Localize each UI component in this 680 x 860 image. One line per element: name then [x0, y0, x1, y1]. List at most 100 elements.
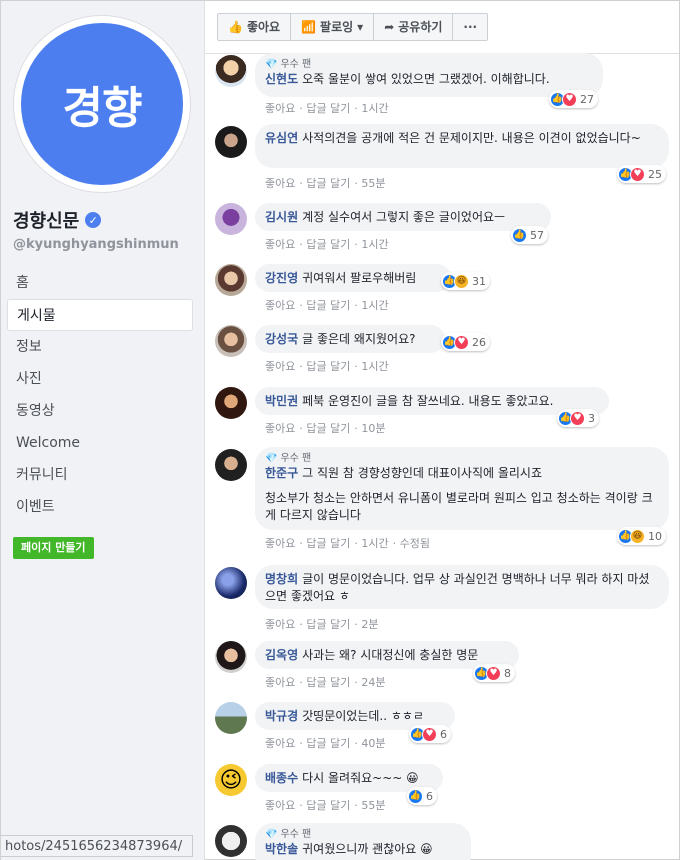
reaction-count: 57	[530, 228, 544, 242]
reply-link[interactable]: 답글 달기	[306, 618, 350, 631]
comment-author[interactable]: 한준구	[265, 466, 298, 480]
page-nav: 홈 게시물 정보 사진 동영상 Welcome 커뮤니티 이벤트	[7, 267, 193, 523]
reply-link[interactable]: 답글 달기	[306, 102, 350, 115]
comment-meta: 좋아요 · 답글 달기 · 55분	[265, 799, 386, 812]
nav-item-posts[interactable]: 게시물	[7, 299, 193, 331]
comment-time[interactable]: 2분	[361, 618, 378, 631]
diamond-icon: 💎	[265, 59, 278, 70]
reaction-summary[interactable]: 👍 ♥ 25	[617, 165, 666, 183]
avatar[interactable]	[215, 55, 247, 87]
nav-item-community[interactable]: 커뮤니티	[7, 459, 193, 491]
reply-link[interactable]: 답글 달기	[306, 737, 350, 750]
comment-author[interactable]: 김옥영	[265, 648, 298, 662]
like-link[interactable]: 좋아요	[265, 737, 295, 750]
comment-author[interactable]: 배종수	[265, 771, 298, 785]
page-title[interactable]: 경향신문 ✓	[13, 207, 102, 233]
reaction-summary[interactable]: 👍 ♥ 6	[409, 725, 451, 743]
avatar[interactable]	[215, 325, 247, 357]
nav-item-home[interactable]: 홈	[7, 267, 193, 299]
comment-bubble: 강진영 귀여워서 팔로우해버림	[255, 264, 451, 292]
like-link[interactable]: 좋아요	[265, 102, 295, 115]
edited-label[interactable]: 수정됨	[400, 537, 430, 550]
reaction-summary[interactable]: 👍 ♥ 8	[473, 664, 515, 682]
like-link[interactable]: 좋아요	[265, 360, 295, 373]
like-link[interactable]: 좋아요	[265, 177, 295, 190]
comment-text: 글 좋은데 왜지웠어요?	[302, 332, 416, 346]
avatar[interactable]	[215, 126, 247, 158]
reaction-summary[interactable]: 👍 57	[511, 226, 548, 244]
comment-time[interactable]: 55분	[361, 177, 385, 190]
like-link[interactable]: 좋아요	[265, 799, 295, 812]
reaction-summary[interactable]: 👍 ♥ 3	[557, 409, 599, 427]
comment-author[interactable]: 명창희	[265, 572, 298, 586]
comment-author[interactable]: 박한솔	[265, 842, 298, 856]
comment-meta: 좋아요 · 답글 달기 · 40분	[265, 737, 386, 750]
comment-time[interactable]: 55분	[361, 799, 385, 812]
reaction-summary[interactable]: 👍 ♥ 27	[549, 90, 598, 108]
comment-author[interactable]: 김시원	[265, 210, 298, 224]
share-button[interactable]: ➦ 공유하기	[374, 14, 454, 40]
avatar[interactable]	[215, 825, 247, 857]
comment-author[interactable]: 유심연	[265, 131, 298, 145]
comment-bubble: 유심연 사적의견을 공개에 적은 건 문제이지만. 내용은 이견이 없었습니다~	[255, 124, 669, 168]
reaction-count: 27	[580, 92, 594, 106]
avatar[interactable]	[215, 264, 247, 296]
comment-time[interactable]: 1시간	[361, 238, 388, 251]
like-link[interactable]: 좋아요	[265, 299, 295, 312]
avatar[interactable]	[215, 567, 247, 599]
page-handle[interactable]: @kyunghyangshinmun	[13, 237, 179, 252]
comment-text: 그 직원 참 경향성향인데 대표이사직에 올리시죠	[302, 466, 542, 480]
comment-author[interactable]: 박규경	[265, 709, 298, 723]
nav-item-about[interactable]: 정보	[7, 331, 193, 363]
reply-link[interactable]: 답글 달기	[306, 238, 350, 251]
nav-item-videos[interactable]: 동영상	[7, 395, 193, 427]
reply-link[interactable]: 답글 달기	[306, 799, 350, 812]
page-name-text: 경향신문	[13, 211, 80, 232]
like-link[interactable]: 좋아요	[265, 422, 295, 435]
reaction-summary[interactable]: 👍 6	[407, 787, 437, 805]
like-page-button[interactable]: 👍 좋아요	[218, 14, 292, 40]
reply-link[interactable]: 답글 달기	[306, 299, 350, 312]
comment-time[interactable]: 1시간	[361, 537, 388, 550]
avatar[interactable]	[215, 203, 247, 235]
comment-author[interactable]: 강성국	[265, 332, 298, 346]
comment-author[interactable]: 신현도	[265, 72, 298, 86]
comment-meta: 좋아요 · 답글 달기 · 1시간	[265, 238, 389, 251]
avatar[interactable]	[215, 641, 247, 673]
reply-link[interactable]: 답글 달기	[306, 676, 350, 689]
profile-picture[interactable]: 경향	[13, 15, 191, 193]
avatar[interactable]: 😉	[215, 764, 247, 796]
reaction-summary[interactable]: 👍 😆 10	[617, 527, 666, 545]
nav-item-welcome[interactable]: Welcome	[7, 427, 193, 459]
like-reaction-icon: 👍	[512, 227, 527, 243]
nav-item-events[interactable]: 이벤트	[7, 491, 193, 523]
comment-meta: 좋아요 · 답글 달기 · 1시간	[265, 360, 389, 373]
like-link[interactable]: 좋아요	[265, 238, 295, 251]
comment-time[interactable]: 1시간	[361, 360, 388, 373]
follow-button[interactable]: 📶 팔로잉 ▾	[291, 14, 375, 40]
avatar[interactable]	[215, 702, 247, 734]
reply-link[interactable]: 답글 달기	[306, 422, 350, 435]
more-options-button[interactable]: ···	[453, 14, 487, 40]
like-link[interactable]: 좋아요	[265, 537, 295, 550]
reaction-summary[interactable]: 👍 😆 31	[441, 272, 490, 290]
comment-author[interactable]: 박민권	[265, 394, 298, 408]
avatar[interactable]	[215, 449, 247, 481]
reaction-summary[interactable]: 👍 ♥ 26	[441, 333, 490, 351]
nav-item-photos[interactable]: 사진	[7, 363, 193, 395]
comment-time[interactable]: 24분	[361, 676, 385, 689]
comment-time[interactable]: 1시간	[361, 299, 388, 312]
comment-author[interactable]: 강진영	[265, 271, 298, 285]
like-link[interactable]: 좋아요	[265, 676, 295, 689]
like-link[interactable]: 좋아요	[265, 618, 295, 631]
reaction-count: 10	[648, 529, 662, 543]
comment-time[interactable]: 10분	[361, 422, 385, 435]
page-logo: 경향	[21, 23, 183, 185]
reply-link[interactable]: 답글 달기	[306, 360, 350, 373]
create-page-button[interactable]: 페이지 만들기	[13, 537, 94, 559]
comment-time[interactable]: 1시간	[361, 102, 388, 115]
reply-link[interactable]: 답글 달기	[306, 537, 350, 550]
avatar[interactable]	[215, 387, 247, 419]
comment-time[interactable]: 40분	[361, 737, 385, 750]
reply-link[interactable]: 답글 달기	[306, 177, 350, 190]
